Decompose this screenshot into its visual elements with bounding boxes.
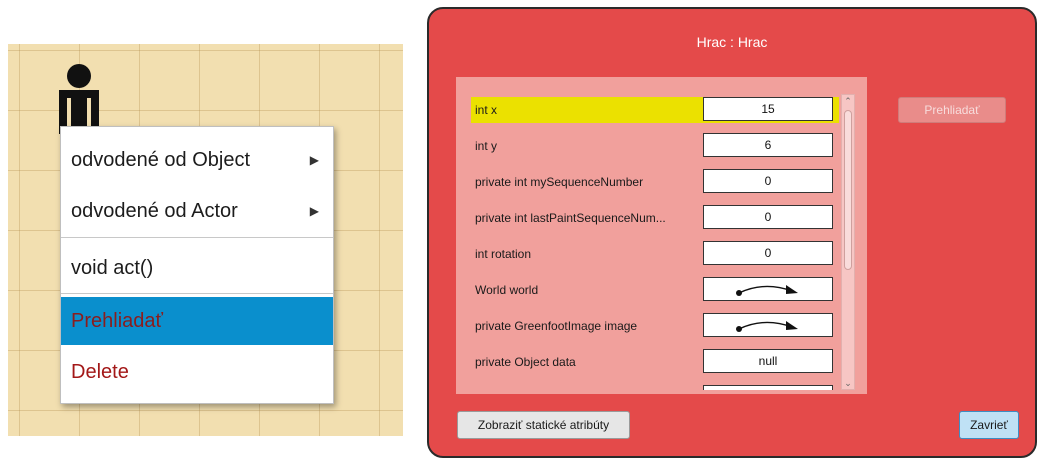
field-value: 0 — [703, 241, 833, 265]
inspector-title: Hrac : Hrac — [696, 34, 768, 50]
submenu-arrow-icon: ▶ — [309, 204, 319, 218]
field-list: int x 15 int y 6 private int mySequenceN… — [471, 94, 839, 390]
menu-item-delete[interactable]: Delete — [61, 348, 333, 396]
field-value: 6 — [703, 133, 833, 157]
field-name: private int lastPaintSequenceNum... — [475, 211, 666, 225]
field-value — [703, 385, 833, 390]
menu-separator — [61, 237, 333, 238]
reference-arrow-icon — [736, 321, 798, 332]
field-value: 0 — [703, 169, 833, 193]
field-row[interactable]: int rotation 0 — [471, 241, 839, 267]
field-panel: int x 15 int y 6 private int mySequenceN… — [456, 77, 867, 394]
close-button[interactable]: Zavrieť — [959, 411, 1019, 439]
field-row-partial[interactable] — [471, 385, 839, 390]
field-list-scrollbar[interactable]: ⌃ ⌄ — [841, 94, 855, 390]
field-name: World world — [475, 283, 539, 297]
menu-item-derived-object[interactable]: odvodené od Object ▶ — [61, 136, 333, 184]
field-row[interactable]: World world — [471, 277, 839, 303]
inspect-button[interactable]: Prehliadať — [898, 97, 1006, 123]
person-icon[interactable] — [53, 62, 101, 134]
show-static-fields-button[interactable]: Zobraziť statické atribúty — [457, 411, 630, 439]
menu-item-label: odvodené od Object — [71, 149, 251, 171]
field-row[interactable]: int y 6 — [471, 133, 839, 159]
submenu-arrow-icon: ▶ — [309, 153, 319, 167]
field-value: 15 — [703, 97, 833, 121]
field-row[interactable]: private int mySequenceNumber 0 — [471, 169, 839, 195]
menu-item-label: Prehliadať — [71, 310, 164, 332]
menu-item-derived-actor[interactable]: odvodené od Actor ▶ — [61, 187, 333, 235]
reference-field-value[interactable] — [703, 313, 833, 337]
field-row[interactable]: private GreenfootImage image — [471, 313, 839, 339]
reference-arrow-icon — [736, 285, 798, 296]
field-name: int rotation — [475, 247, 532, 261]
menu-item-void-act[interactable]: void act() — [61, 244, 333, 292]
field-row[interactable]: int x 15 — [471, 97, 839, 123]
inspector-window: Hrac : Hrac int x 15 int y 6 private int… — [427, 7, 1037, 458]
field-value: null — [703, 349, 833, 373]
field-name: private GreenfootImage image — [475, 319, 638, 333]
field-value: 0 — [703, 205, 833, 229]
scroll-thumb[interactable] — [844, 110, 852, 270]
scroll-down-icon[interactable]: ⌄ — [842, 377, 854, 389]
menu-item-label: Delete — [71, 361, 129, 383]
menu-item-inspect[interactable]: Prehliadať — [61, 297, 333, 345]
reference-field-value[interactable] — [703, 277, 833, 301]
field-name: int x — [475, 103, 498, 117]
field-row[interactable]: private int lastPaintSequenceNum... 0 — [471, 205, 839, 231]
field-row[interactable]: private Object data null — [471, 349, 839, 375]
scroll-up-icon[interactable]: ⌃ — [842, 95, 854, 107]
menu-separator — [61, 293, 333, 294]
menu-item-label: void act() — [71, 257, 154, 279]
field-name: private int mySequenceNumber — [475, 175, 644, 189]
context-menu: odvodené od Object ▶ odvodené od Actor ▶… — [60, 126, 334, 404]
menu-item-label: odvodené od Actor — [71, 200, 238, 222]
field-name: int y — [475, 139, 498, 153]
field-name: private Object data — [475, 355, 576, 369]
